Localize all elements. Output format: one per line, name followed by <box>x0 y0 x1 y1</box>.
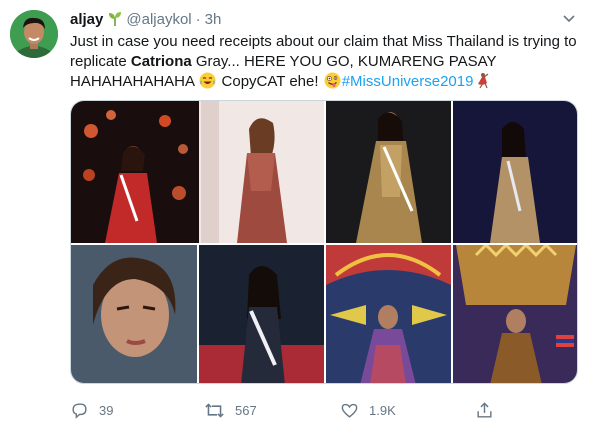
hashtag-link[interactable]: #MissUniverse2019 <box>342 73 474 90</box>
tweet-text: Just in case you need receipts about our… <box>70 32 580 92</box>
dancer-emoji <box>474 72 491 89</box>
zany-face-emoji <box>324 72 341 89</box>
media-grid[interactable] <box>70 100 578 384</box>
handle[interactable]: @aljaykol <box>126 11 191 28</box>
joy-emoji <box>199 72 216 89</box>
photo-pageant-gown-sequin[interactable] <box>326 101 577 243</box>
share-button[interactable] <box>475 398 504 422</box>
timestamp[interactable]: 3h <box>205 11 222 28</box>
share-icon <box>477 401 492 418</box>
like-button[interactable]: 1.9K <box>340 398 396 422</box>
tweet-header: aljay @aljaykol · 3h <box>70 9 221 29</box>
separator-dot: · <box>195 10 201 28</box>
photo-pageant-costume[interactable] <box>326 245 577 383</box>
retweet-button[interactable]: 567 <box>204 398 257 422</box>
heart-icon <box>341 403 358 418</box>
photo-pageant-gown-red[interactable] <box>71 101 324 243</box>
reply-button[interactable]: 39 <box>70 398 113 422</box>
reply-icon <box>72 402 87 419</box>
avatar[interactable] <box>10 10 58 58</box>
like-count: 1.9K <box>369 402 396 418</box>
sprout-icon <box>108 11 122 27</box>
tweet-text-part: CopyCAT ehe! <box>217 73 323 90</box>
reply-count: 39 <box>99 402 114 418</box>
retweet-icon <box>205 402 224 418</box>
display-name[interactable]: aljay <box>70 11 103 28</box>
tweet-actions: 39 567 1.9K <box>70 398 550 422</box>
tweet[interactable]: aljay @aljaykol · 3h Just in case you ne… <box>0 0 592 429</box>
retweet-count: 567 <box>235 402 257 418</box>
tweet-text-bold: Catriona <box>130 53 192 70</box>
photo-pageant-closeup[interactable] <box>71 245 324 383</box>
chevron-down-icon[interactable] <box>560 12 578 26</box>
